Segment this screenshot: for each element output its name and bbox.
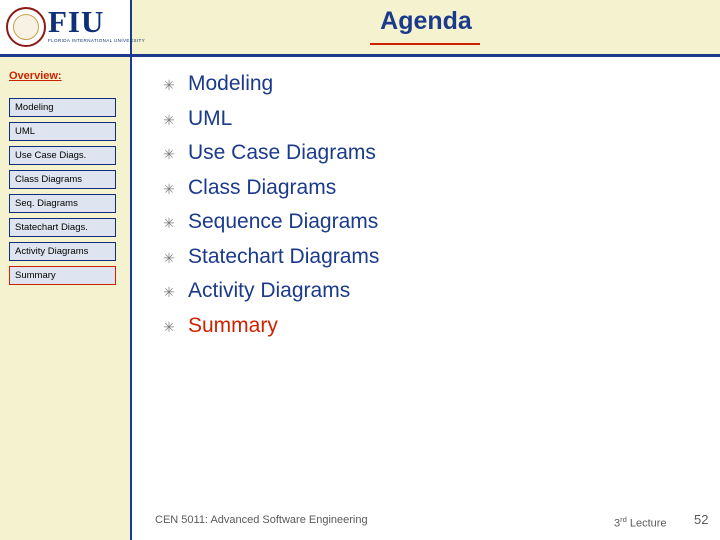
sidebar-item-modeling[interactable]: Modeling (9, 98, 116, 117)
list-item-label: Activity Diagrams (188, 279, 351, 302)
bullet-list: ✳ Modeling ✳ UML ✳ Use Case Diagrams ✳ C… (150, 72, 690, 348)
list-item: ✳ Use Case Diagrams (150, 141, 690, 176)
title-underline (370, 43, 480, 45)
sidebar-item-summary[interactable]: Summary (9, 266, 116, 285)
sidebar-item-label: Use Case Diags. (15, 149, 87, 161)
footer-lecture-label: 3rd Lecture (614, 515, 667, 530)
asterisk-bullet-icon: ✳ (163, 180, 175, 197)
list-item-label: Summary (188, 313, 278, 337)
sidebar-item-label: Activity Diagrams (15, 245, 89, 257)
list-item-label: Modeling (188, 72, 274, 95)
sidebar-heading: Overview: (9, 70, 62, 82)
logo-initials: FIU (48, 4, 105, 39)
list-item-label: Statechart Diagrams (188, 244, 380, 268)
list-item-label: Use Case Diagrams (188, 141, 376, 164)
list-item-label: Class Diagrams (188, 175, 337, 199)
sidebar-item-activity-diagrams[interactable]: Activity Diagrams (9, 242, 116, 261)
sidebar-item-statechart-diagrams[interactable]: Statechart Diags. (9, 218, 116, 237)
slide: FIU FLORIDA INTERNATIONAL UNIVERSITY Age… (0, 0, 720, 540)
sidebar-item-uml[interactable]: UML (9, 122, 116, 141)
sidebar-item-label: Modeling (15, 101, 54, 113)
lecture-ordinal: rd (620, 515, 627, 524)
slide-header: FIU FLORIDA INTERNATIONAL UNIVERSITY Age… (0, 0, 720, 57)
sidebar-item-use-case-diagrams[interactable]: Use Case Diags. (9, 146, 116, 165)
list-item: ✳ Summary (150, 314, 690, 349)
page-title: Agenda (380, 7, 472, 35)
lecture-word: Lecture (626, 517, 667, 530)
sidebar-item-label: Summary (15, 269, 56, 281)
asterisk-bullet-icon: ✳ (163, 111, 175, 128)
asterisk-bullet-icon: ✳ (163, 146, 175, 162)
list-item-label: Sequence Diagrams (188, 210, 379, 233)
fiu-seal-icon (6, 7, 46, 47)
sidebar-item-label: Seq. Diagrams (15, 197, 78, 209)
list-item: ✳ Modeling (150, 72, 690, 107)
asterisk-bullet-icon: ✳ (163, 77, 175, 93)
list-item-label: UML (188, 106, 233, 130)
sidebar-item-label: Statechart Diags. (15, 221, 88, 233)
asterisk-bullet-icon: ✳ (163, 284, 175, 300)
sidebar-item-label: Class Diagrams (15, 173, 83, 185)
asterisk-bullet-icon: ✳ (163, 318, 175, 335)
list-item: ✳ Class Diagrams (150, 176, 690, 211)
page-number: 52 (694, 512, 709, 527)
sidebar-item-seq-diagrams[interactable]: Seq. Diagrams (9, 194, 116, 213)
sidebar: Overview: Modeling UML Use Case Diags. C… (0, 57, 132, 540)
list-item: ✳ Statechart Diagrams (150, 245, 690, 280)
list-item: ✳ Sequence Diagrams (150, 210, 690, 245)
footer-course-label: CEN 5011: Advanced Software Engineering (155, 514, 368, 526)
sidebar-item-class-diagrams[interactable]: Class Diagrams (9, 170, 116, 189)
asterisk-bullet-icon: ✳ (163, 215, 175, 231)
logo-subtitle: FLORIDA INTERNATIONAL UNIVERSITY (48, 38, 146, 43)
asterisk-bullet-icon: ✳ (163, 249, 175, 266)
fiu-logo: FIU FLORIDA INTERNATIONAL UNIVERSITY (0, 0, 145, 54)
list-item: ✳ UML (150, 107, 690, 142)
list-item: ✳ Activity Diagrams (150, 279, 690, 314)
sidebar-item-label: UML (15, 125, 36, 137)
